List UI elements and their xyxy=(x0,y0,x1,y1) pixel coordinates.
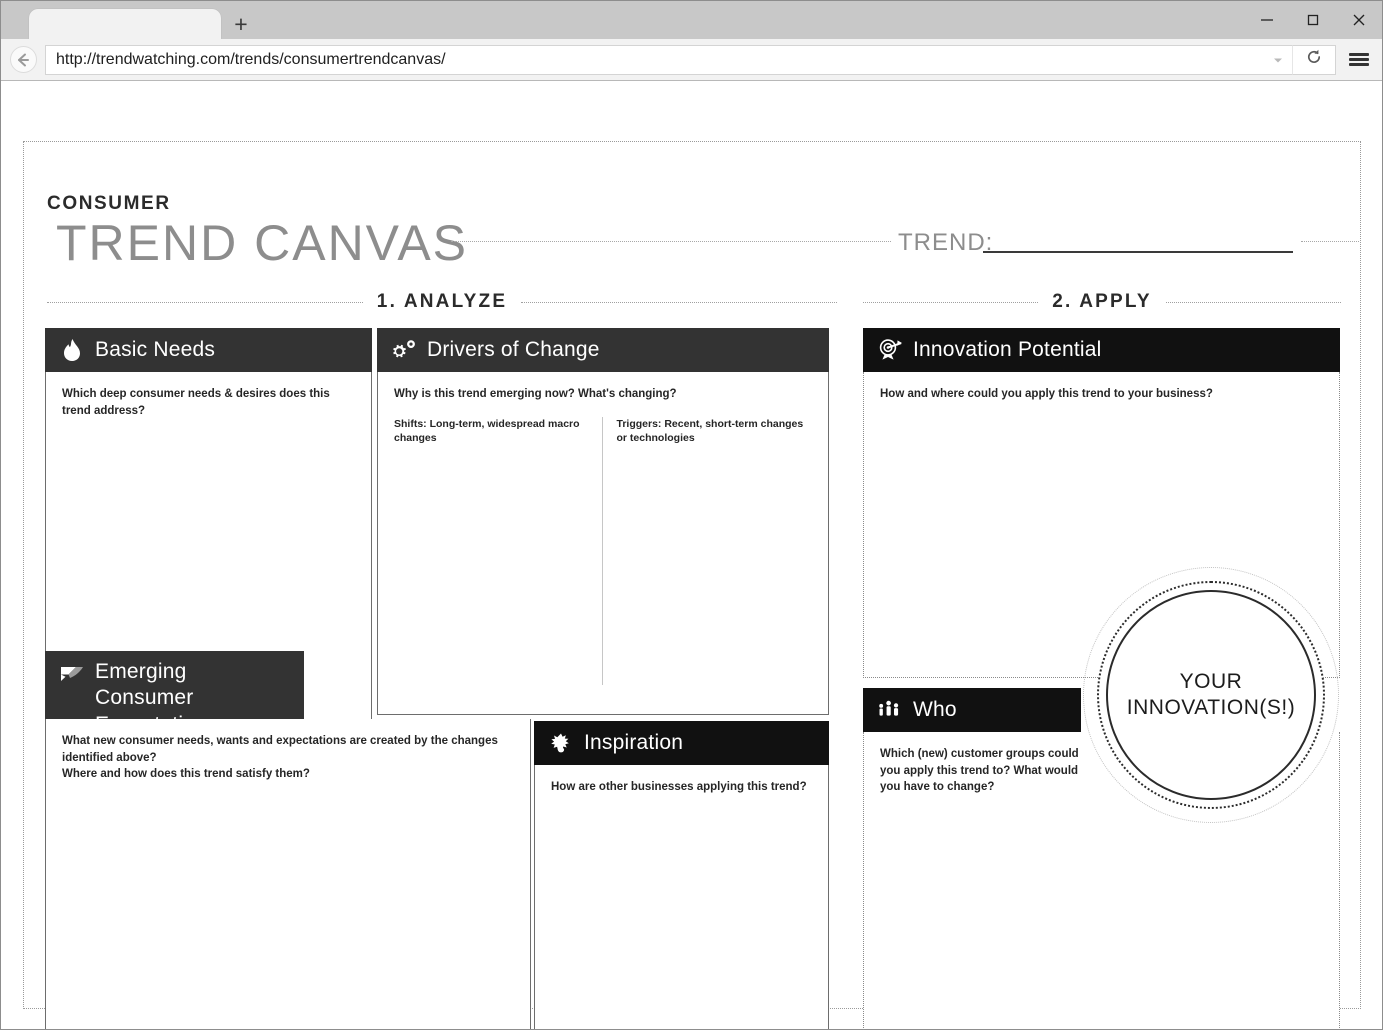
apply-rule-left xyxy=(863,301,1039,303)
card-emerging-consumer-expectations[interactable]: Emerging Consumer Expectations What new … xyxy=(45,651,531,1029)
close-icon[interactable] xyxy=(1336,1,1382,39)
card-inspiration-title: Inspiration xyxy=(584,730,684,754)
card-innovation-header: Innovation Potential xyxy=(863,328,1340,372)
card-basic-needs-header: Basic Needs xyxy=(45,328,372,372)
arrow-flag-icon xyxy=(59,662,85,688)
card-innovation-title: Innovation Potential xyxy=(913,337,1102,361)
address-bar: http://trendwatching.com/trends/consumer… xyxy=(1,39,1382,81)
card-drivers-prompt: Why is this trend emerging now? What's c… xyxy=(394,388,677,400)
drivers-shifts-label: Shifts: Long-term, widespread macro chan… xyxy=(394,417,580,445)
trend-label: TREND: xyxy=(898,229,994,256)
card-inspiration-prompt: How are other businesses applying this t… xyxy=(551,781,807,793)
innovation-circle-line1: YOUR xyxy=(1179,669,1243,693)
drivers-triggers-column[interactable]: Triggers: Recent, short-term changes or … xyxy=(601,416,813,685)
card-who-prompt: Which (new) customer groups could you ap… xyxy=(880,748,1079,794)
maximize-icon[interactable] xyxy=(1290,1,1336,39)
card-who-title: Who xyxy=(913,697,957,721)
analyze-rule-left xyxy=(47,301,363,303)
section-header-apply: 2. APPLY xyxy=(863,291,1341,313)
card-emerging-title: Emerging Consumer Expectations xyxy=(95,659,290,738)
back-arrow-icon xyxy=(9,46,37,73)
apply-title: 2. APPLY xyxy=(1052,291,1152,312)
menu-bar-2 xyxy=(1349,58,1369,61)
card-drivers-title: Drivers of Change xyxy=(427,337,600,361)
lightbulb-icon xyxy=(548,730,574,756)
url-input[interactable]: http://trendwatching.com/trends/consumer… xyxy=(45,44,1264,75)
card-emerging-prompt-line1: What new consumer needs, wants and expec… xyxy=(62,735,498,764)
card-who-header: Who xyxy=(863,688,1081,732)
card-emerging-title-line1: Emerging Consumer xyxy=(95,660,194,710)
card-basic-needs-prompt: Which deep consumer needs & desires does… xyxy=(62,388,330,417)
hamburger-menu-icon[interactable] xyxy=(1336,39,1382,81)
innovation-circle-label: YOUR INNOVATION(S!) xyxy=(1127,669,1295,722)
card-inspiration-header: Inspiration xyxy=(534,721,829,765)
browser-tab[interactable] xyxy=(29,9,221,39)
card-basic-needs-title: Basic Needs xyxy=(95,337,216,361)
new-tab-button[interactable]: + xyxy=(221,9,261,39)
analyze-title: 1. ANALYZE xyxy=(376,291,508,312)
chevron-down-icon[interactable] xyxy=(1264,44,1292,75)
reload-icon xyxy=(1305,48,1323,71)
page-title: TREND CANVAS xyxy=(56,215,469,271)
card-emerging-body[interactable]: What new consumer needs, wants and expec… xyxy=(45,719,531,1029)
target-arrow-icon xyxy=(877,337,903,363)
card-emerging-prompt-line2: Where and how does this trend satisfy th… xyxy=(62,768,310,781)
section-header-analyze: 1. ANALYZE xyxy=(47,291,837,313)
page-content: CONSUMER TREND CANVAS TREND: 1. ANALYZE … xyxy=(1,83,1382,1029)
people-group-icon xyxy=(877,697,903,723)
card-inspiration-body[interactable]: How are other businesses applying this t… xyxy=(534,765,829,1029)
card-inspiration[interactable]: Inspiration How are other businesses app… xyxy=(534,721,829,1029)
back-button[interactable] xyxy=(1,39,45,81)
drivers-split: Shifts: Long-term, widespread macro chan… xyxy=(394,416,813,685)
trend-input-line[interactable] xyxy=(983,251,1293,253)
trend-rule-right xyxy=(1301,241,1359,242)
innovation-circle-line2: INNOVATION(S!) xyxy=(1126,696,1296,719)
title-rule xyxy=(451,241,891,242)
gears-icon xyxy=(391,337,417,363)
menu-bar-1 xyxy=(1349,53,1369,56)
innovation-circle[interactable]: YOUR INNOVATION(S!) xyxy=(1083,567,1339,823)
card-drivers-header: Drivers of Change xyxy=(377,328,829,372)
tab-strip: + xyxy=(1,1,1382,39)
innovation-circle-inner-ring: YOUR INNOVATION(S!) xyxy=(1106,590,1316,800)
window-controls xyxy=(1244,1,1382,39)
card-innovation-prompt: How and where could you apply this trend… xyxy=(880,388,1213,400)
canvas-eyebrow: CONSUMER xyxy=(47,193,171,214)
drivers-shifts-column[interactable]: Shifts: Long-term, widespread macro chan… xyxy=(394,417,602,685)
card-emerging-header: Emerging Consumer Expectations xyxy=(45,651,304,736)
apply-rule-right xyxy=(1165,301,1341,303)
analyze-rule-right xyxy=(521,301,837,303)
url-text: http://trendwatching.com/trends/consumer… xyxy=(56,50,446,68)
reload-button[interactable] xyxy=(1292,44,1336,75)
drivers-triggers-label: Triggers: Recent, short-term changes or … xyxy=(616,417,804,445)
menu-bar-3 xyxy=(1349,63,1369,66)
minimize-icon[interactable] xyxy=(1244,1,1290,39)
flame-icon xyxy=(59,337,85,363)
browser-window: + http://trendwatching.com/trends/consum… xyxy=(0,0,1383,1030)
